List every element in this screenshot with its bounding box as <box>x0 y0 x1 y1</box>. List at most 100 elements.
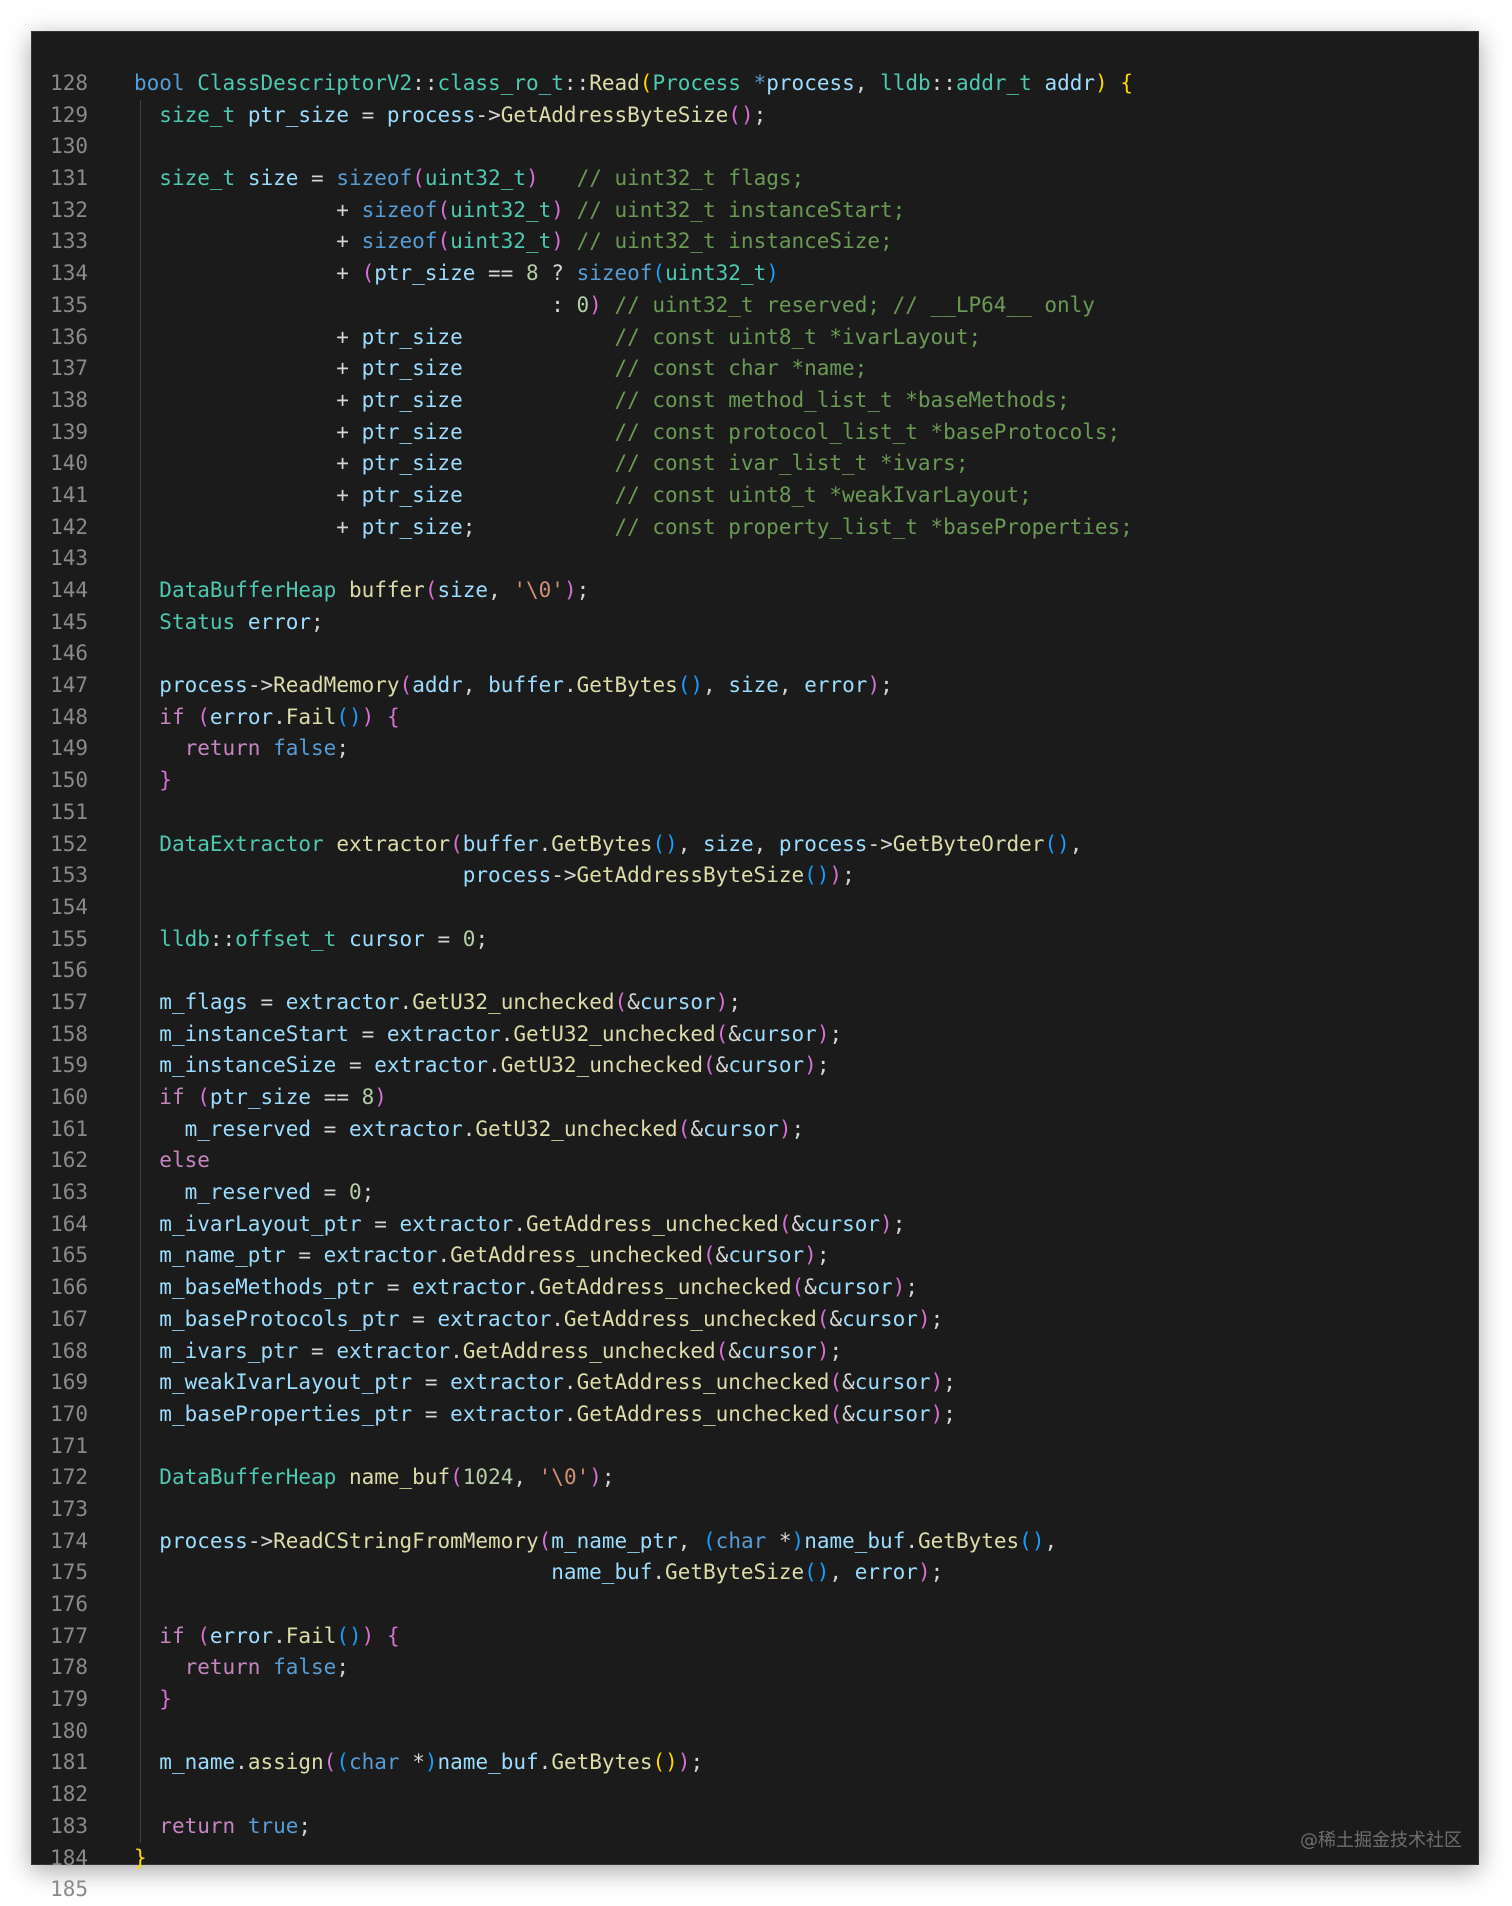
code-token: ; <box>905 1275 918 1300</box>
code-token: + <box>134 324 362 349</box>
code-token: ( <box>399 673 413 698</box>
code-token: ; <box>816 1053 830 1078</box>
line-text: process->ReadMemory(addr, buffer.GetByte… <box>134 670 893 702</box>
code-token: size_t <box>159 102 236 127</box>
code-token: ReadMemory <box>273 673 400 698</box>
code-token: ) <box>829 863 843 888</box>
code-token: == <box>475 261 526 286</box>
code-token: * <box>753 71 767 95</box>
code-token: process <box>159 1528 248 1553</box>
code-token: , <box>1069 831 1083 856</box>
line-text: m_ivars_ptr = extractor.GetAddress_unche… <box>134 1335 842 1368</box>
code-token: = <box>374 1275 413 1300</box>
code-token: () <box>728 102 754 127</box>
code-line: 155 lldb::offset_t cursor = 0; <box>32 923 1133 956</box>
code-token: * <box>766 1528 792 1553</box>
line-number: 178 <box>50 1655 88 1680</box>
code-token: , <box>513 1465 539 1490</box>
code-token: ) <box>816 1338 830 1363</box>
code-token: ; <box>336 1655 349 1680</box>
line-number: 153 <box>50 863 88 888</box>
line-number: 183 <box>50 1813 88 1838</box>
line-number: 136 <box>50 324 88 349</box>
code-token: Fail <box>285 1623 337 1648</box>
code-token: ( <box>715 1021 729 1046</box>
code-token: ClassDescriptorV2 <box>197 71 413 95</box>
code-token: = <box>348 1021 387 1046</box>
code-line: 185 <box>32 1874 1133 1906</box>
code-token: GetBytes <box>576 673 678 698</box>
code-token: ( <box>424 578 438 602</box>
code-token: () <box>1019 1528 1045 1553</box>
code-token: ) <box>715 989 729 1014</box>
code-token: ( <box>614 989 628 1014</box>
code-token: GetU32_unchecked <box>500 1053 703 1078</box>
code-token: ( <box>703 1243 716 1268</box>
line-number: 173 <box>50 1496 88 1521</box>
code-token: sizeof <box>576 261 653 286</box>
code-token: Fail <box>285 704 337 729</box>
code-token: m_baseProtocols_ptr <box>159 1306 400 1331</box>
line-text: return true; <box>134 1810 311 1843</box>
line-text: if (error.Fail()) { <box>134 1620 400 1653</box>
code-token: ( <box>703 1053 716 1078</box>
code-token: , <box>703 673 729 698</box>
code-token: ) <box>917 1306 931 1331</box>
code-token: ) <box>424 1750 438 1775</box>
code-token: m_name <box>159 1750 236 1775</box>
line-number: 168 <box>50 1338 88 1363</box>
code-token: lldb <box>159 926 210 951</box>
code-token: GetAddress_unchecked <box>576 1401 830 1426</box>
code-token: -> <box>247 673 274 698</box>
line-text: DataBufferHeap name_buf(1024, '\0'); <box>134 1462 615 1494</box>
code-token: // const char *name; <box>614 356 868 381</box>
line-text: size_t size = sizeof(uint32_t) // uint32… <box>134 163 804 195</box>
code-line: 141 + ptr_size // const uint8_t *weakIva… <box>32 479 1133 512</box>
code-token: . <box>450 1338 463 1363</box>
code-token: ( <box>703 1528 716 1553</box>
code-token: , <box>829 1560 855 1585</box>
code-token: cursor <box>804 1211 881 1236</box>
line-text: bool ClassDescriptorV2::class_ro_t::Read… <box>134 68 1133 100</box>
line-text: + (ptr_size == 8 ? sizeof(uint32_t) <box>134 258 779 290</box>
code-area[interactable]: 128 bool ClassDescriptorV2::class_ro_t::R… <box>32 68 1133 1906</box>
code-token: . <box>563 1370 577 1395</box>
code-token: + <box>134 419 362 444</box>
code-token: ; <box>311 609 324 634</box>
line-text: if (error.Fail()) { <box>134 701 400 734</box>
code-token: // const protocol_list_t *baseProtocols; <box>614 419 1121 444</box>
code-token: = <box>247 989 286 1014</box>
code-token: GetBytes <box>918 1528 1020 1553</box>
line-text: process->GetAddressByteSize()); <box>134 860 855 892</box>
code-token: , <box>677 1528 704 1553</box>
code-line: 167 m_baseProtocols_ptr = extractor.GetA… <box>32 1303 1133 1336</box>
code-token: & <box>728 1021 741 1046</box>
code-token: & <box>627 989 640 1014</box>
code-token: . <box>513 1211 526 1236</box>
line-number: 149 <box>50 736 88 761</box>
code-token: name_buf <box>348 1465 451 1490</box>
line-text: m_name_ptr = extractor.GetAddress_unchec… <box>134 1240 829 1272</box>
code-token: process <box>462 863 552 888</box>
code-token: () <box>804 1560 830 1585</box>
line-text: } <box>134 765 172 797</box>
line-text: m_name.assign((char *)name_buf.GetBytes(… <box>134 1747 703 1779</box>
code-line: 142 + ptr_size; // const property_list_t… <box>32 511 1133 544</box>
code-token: // const uint8_t *weakIvarLayout; <box>614 482 1032 507</box>
code-token: ) <box>563 578 577 602</box>
code-line: 143 <box>32 543 1133 575</box>
line-text: m_baseProperties_ptr = extractor.GetAddr… <box>134 1398 956 1431</box>
code-token: DataExtractor <box>159 831 324 856</box>
code-token: GetAddressByteSize <box>500 102 729 127</box>
code-token: // uint32_t reserved; // __LP64__ only <box>614 292 1095 317</box>
line-text: + sizeof(uint32_t) // uint32_t instanceS… <box>134 194 905 227</box>
